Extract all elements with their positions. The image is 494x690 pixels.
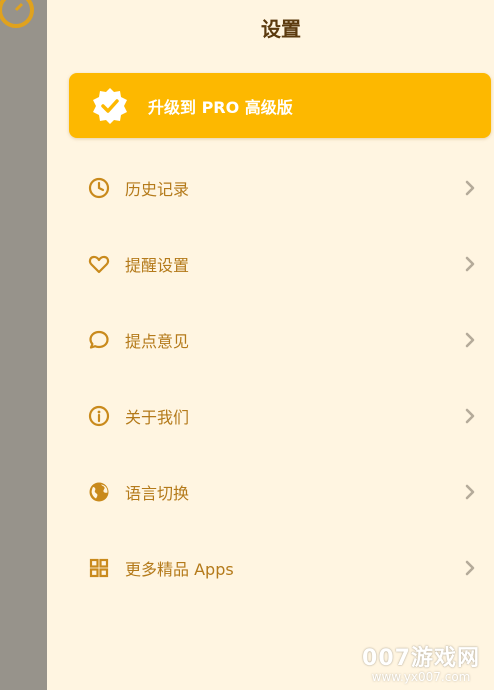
menu-item-about-us[interactable]: 关于我们 xyxy=(69,378,491,454)
menu-item-more-apps[interactable]: 更多精品 Apps xyxy=(69,530,491,606)
chevron-right-icon xyxy=(465,180,475,196)
grid-icon xyxy=(87,556,111,580)
chevron-right-icon xyxy=(465,408,475,424)
menu-item-label: 关于我们 xyxy=(125,408,190,427)
chat-bubble-icon xyxy=(87,328,111,352)
menu-item-history[interactable]: 历史记录 xyxy=(69,150,491,226)
chevron-right-icon xyxy=(465,560,475,576)
menu-item-label: 提醒设置 xyxy=(125,256,190,275)
menu-item-language[interactable]: 语言切换 xyxy=(69,454,491,530)
chevron-right-icon xyxy=(465,484,475,500)
heart-icon xyxy=(87,252,111,276)
menu-item-reminder-settings[interactable]: 提醒设置 xyxy=(69,226,491,302)
upgrade-pro-button[interactable]: 升级到 PRO 高级版 xyxy=(69,73,491,138)
chevron-right-icon xyxy=(465,332,475,348)
stopwatch-icon xyxy=(0,0,34,28)
menu-item-feedback[interactable]: 提点意见 xyxy=(69,302,491,378)
chevron-right-icon xyxy=(465,256,475,272)
menu-item-label: 更多精品 Apps xyxy=(125,560,234,579)
menu-item-label: 历史记录 xyxy=(125,180,190,199)
watermark-url: www.yx007.com xyxy=(371,670,471,684)
settings-menu: 历史记录 提醒设置 提点意见 关于我们 语言切换 更多精品 Apps xyxy=(69,150,491,606)
verified-badge-icon xyxy=(90,86,130,126)
watermark-logo: 007游戏网 xyxy=(362,646,480,671)
menu-item-label: 提点意见 xyxy=(125,332,190,351)
upgrade-pro-label: 升级到 PRO 高级版 xyxy=(148,97,293,117)
clock-icon xyxy=(87,176,111,200)
site-watermark: 007游戏网 www.yx007.com xyxy=(356,640,486,684)
background-app-strip xyxy=(0,0,47,690)
menu-item-label: 语言切换 xyxy=(125,484,190,503)
info-icon xyxy=(87,404,111,428)
page-title: 设置 xyxy=(261,17,301,41)
globe-icon xyxy=(87,480,111,504)
